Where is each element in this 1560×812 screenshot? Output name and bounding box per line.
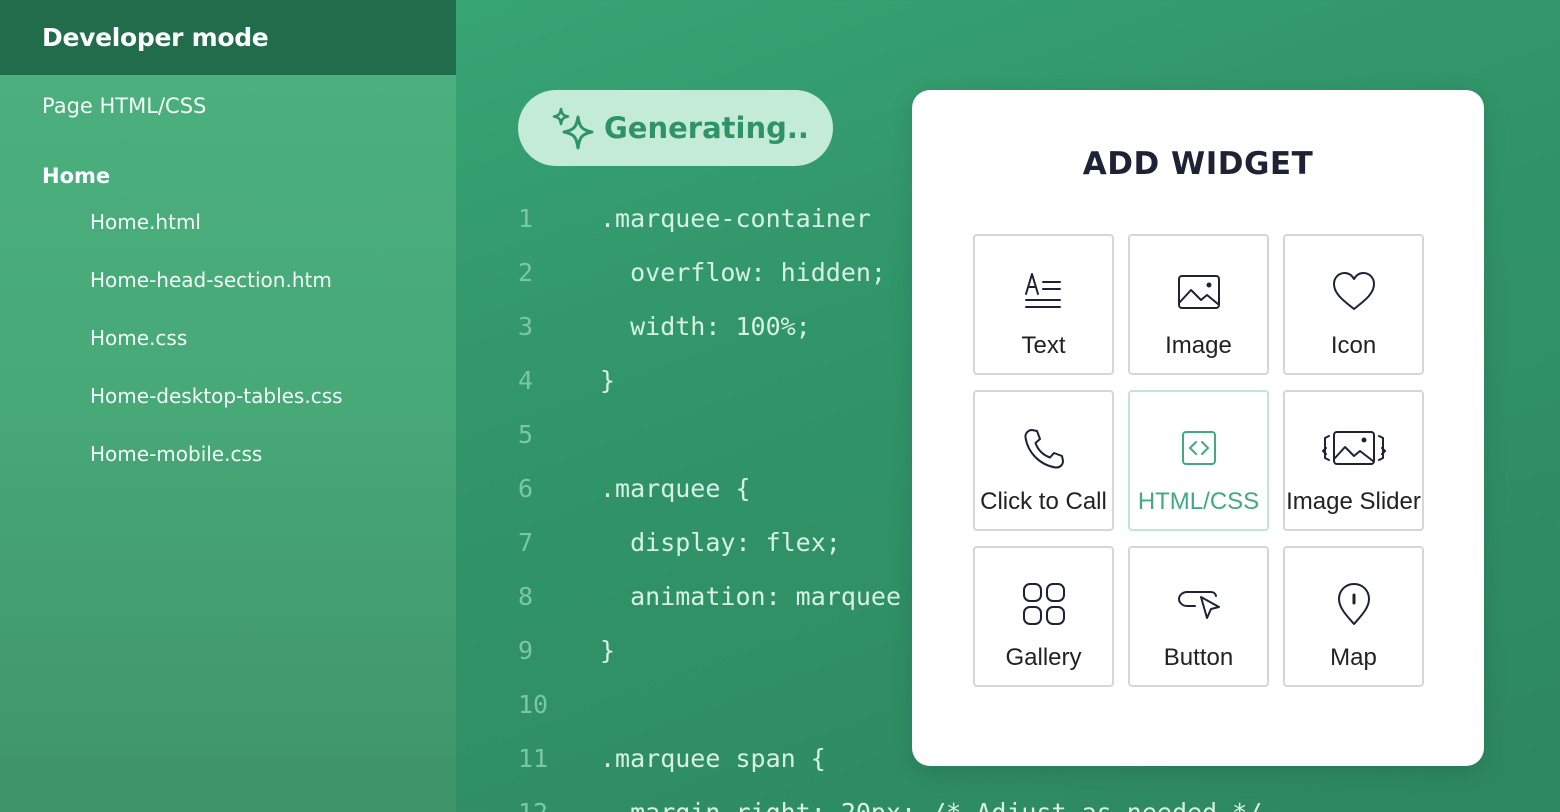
file-list: Home.html Home-head-section.htm Home.css… [90,208,343,498]
widget-label: Text [1021,332,1066,359]
line-number: 3 [518,312,534,341]
widget-label: Button [1163,644,1234,671]
widget-label: HTML/CSS [1137,488,1260,515]
code-text: } [600,366,616,395]
code-text: animation: marquee [600,582,902,611]
code-icon [1181,431,1216,465]
widget-label: Click to Call [980,488,1107,515]
code-text: .marquee span { [600,744,826,773]
widget-html-css-button[interactable]: HTML/CSS [1128,390,1269,531]
line-number: 7 [518,528,534,557]
widget-icon-button[interactable]: Icon [1283,234,1424,375]
cursor-button-icon [1177,591,1220,619]
line-number: 11 [518,744,549,773]
widget-gallery-button[interactable]: Gallery [973,546,1114,687]
file-item-home-head-section[interactable]: Home-head-section.htm [90,266,343,324]
code-text: display: flex; [600,528,841,557]
line-number: 1 [518,204,534,233]
heart-icon [1332,272,1375,310]
file-item-home-css[interactable]: Home.css [90,324,343,382]
line-number: 6 [518,474,534,503]
widget-click-to-call-button[interactable]: Click to Call [973,390,1114,531]
code-text: overflow: hidden; [600,258,886,287]
section-home[interactable]: Home [42,164,110,188]
phone-icon [1023,429,1064,469]
sparkles-icon [552,107,594,150]
line-number: 5 [518,420,534,449]
code-text: .marquee { [600,474,751,503]
text-icon [1024,273,1061,308]
sidebar: Developer mode Page HTML/CSS Home Home.h… [0,0,456,812]
widget-label: Icon [1330,332,1377,359]
sidebar-title: Developer mode [0,0,456,75]
image-icon [1177,275,1220,309]
file-item-home-html[interactable]: Home.html [90,208,343,266]
image-slider-icon [1321,431,1386,465]
widget-image-slider-button[interactable]: Image Slider [1283,390,1424,531]
file-item-home-desktop-tables[interactable]: Home-desktop-tables.css [90,382,343,440]
gallery-icon [1022,583,1065,625]
code-text: } [600,636,616,665]
code-text: width: 100%; [600,312,811,341]
code-line: 12 margin-right: 20px; /* Adjust as need… [518,786,1262,812]
widget-label: Gallery [1005,644,1082,671]
code-text: margin-right: 20px; /* Adjust as needed … [600,786,1262,812]
widget-label: Map [1330,644,1377,671]
add-widget-panel: ADD WIDGET Text Image Icon Click to Call [912,90,1484,766]
widget-label: Image Slider [1286,488,1421,515]
line-number: 8 [518,582,534,611]
code-text: .marquee-container [600,204,871,233]
widget-label: Image [1165,332,1232,359]
map-pin-icon [1337,583,1370,625]
line-number: 2 [518,258,534,287]
line-number: 9 [518,636,534,665]
generating-label: Generating.. [604,111,809,145]
generating-status: Generating.. [518,90,833,166]
page-html-css-link[interactable]: Page HTML/CSS [42,94,206,118]
line-number: 12 [518,786,600,812]
widget-text-button[interactable]: Text [973,234,1114,375]
widget-button-button[interactable]: Button [1128,546,1269,687]
file-item-home-mobile[interactable]: Home-mobile.css [90,440,343,498]
line-number: 4 [518,366,534,395]
line-number: 10 [518,690,549,719]
widget-map-button[interactable]: Map [1283,546,1424,687]
widget-image-button[interactable]: Image [1128,234,1269,375]
panel-title: ADD WIDGET [1082,146,1314,182]
